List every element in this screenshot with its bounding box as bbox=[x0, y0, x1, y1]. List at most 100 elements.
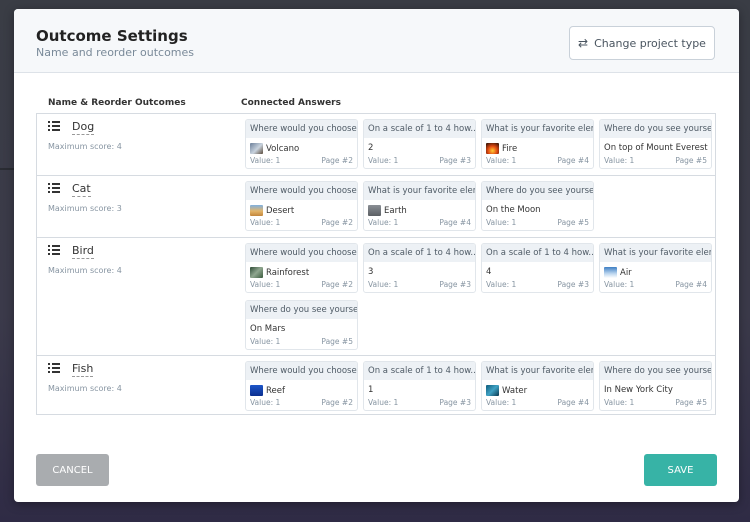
answer-question: Where would you choose to live? bbox=[246, 182, 357, 200]
answer-page: Page #5 bbox=[557, 218, 589, 227]
answer-value: Value: 1 bbox=[250, 218, 281, 227]
answer-value: Value: 1 bbox=[604, 398, 635, 407]
answer-page: Page #2 bbox=[321, 280, 353, 289]
column-header-outcomes: Name & Reorder Outcomes bbox=[48, 98, 186, 108]
answer-page: Page #5 bbox=[321, 337, 353, 346]
answer-card[interactable]: What is your favorite element? Earth Val… bbox=[363, 181, 476, 231]
outcome-name-input[interactable]: Fish bbox=[72, 362, 94, 377]
answer-card[interactable]: Where would you choose to live? Desert V… bbox=[245, 181, 358, 231]
outcome-name-input[interactable]: Bird bbox=[72, 244, 94, 259]
max-score-label: Maximum score: 4 bbox=[48, 384, 122, 393]
answer-label: 3 bbox=[368, 267, 374, 277]
modal-header: Outcome Settings Name and reorder outcom… bbox=[14, 9, 739, 73]
answer-question: Where do you see yourself? bbox=[246, 301, 357, 319]
outcome-name-input[interactable]: Dog bbox=[72, 120, 95, 135]
answer-label: Rainforest bbox=[266, 267, 310, 278]
answer-page: Page #3 bbox=[439, 398, 471, 407]
answer-question: Where would you choose to live? bbox=[246, 120, 357, 138]
answer-text: Reef bbox=[250, 385, 285, 396]
answer-card[interactable]: Where would you choose to live? Reef Val… bbox=[245, 361, 358, 411]
answer-question: Where do you see yourself? bbox=[600, 120, 711, 138]
answer-text: Fire bbox=[486, 143, 517, 154]
drag-handle-icon[interactable] bbox=[48, 121, 60, 131]
outcomes-table: Dog Maximum score: 4 Where would you cho… bbox=[36, 113, 716, 415]
earth-image bbox=[368, 205, 381, 216]
outcome-row: Fish Maximum score: 4 Where would you ch… bbox=[37, 356, 715, 415]
answer-label: Reef bbox=[266, 385, 285, 396]
answer-value: Value: 1 bbox=[368, 280, 399, 289]
answer-card[interactable]: Where do you see yourself? On the Moon V… bbox=[481, 181, 594, 231]
answer-card[interactable]: What is your favorite element? Fire Valu… bbox=[481, 119, 594, 169]
outcome-row: Bird Maximum score: 4 Where would you ch… bbox=[37, 238, 715, 356]
outcome-row: Cat Maximum score: 3 Where would you cho… bbox=[37, 176, 715, 238]
rainforest-image bbox=[250, 267, 263, 278]
answer-label: In New York City bbox=[604, 385, 673, 395]
drag-handle-icon[interactable] bbox=[48, 183, 60, 193]
answer-value: Value: 1 bbox=[604, 156, 635, 165]
answer-question: On a scale of 1 to 4 how... bbox=[364, 120, 475, 138]
answer-question: Where do you see yourself? bbox=[600, 362, 711, 380]
answer-question: What is your favorite element? bbox=[482, 362, 593, 380]
drag-handle-icon[interactable] bbox=[48, 363, 60, 373]
answer-card[interactable]: Where do you see yourself? On top of Mou… bbox=[599, 119, 712, 169]
backdrop-edge bbox=[0, 168, 14, 170]
answer-card[interactable]: On a scale of 1 to 4 how... 1 Value: 1 P… bbox=[363, 361, 476, 411]
answer-value: Value: 1 bbox=[250, 280, 281, 289]
answer-label: 1 bbox=[368, 385, 374, 395]
answer-page: Page #2 bbox=[321, 398, 353, 407]
answer-label: On the Moon bbox=[486, 205, 541, 215]
answer-card[interactable]: On a scale of 1 to 4 how... 4 Value: 1 P… bbox=[481, 243, 594, 293]
water-image bbox=[486, 385, 499, 396]
outcome-name-input[interactable]: Cat bbox=[72, 182, 91, 197]
max-score-label: Maximum score: 4 bbox=[48, 142, 122, 151]
answer-value: Value: 1 bbox=[486, 218, 517, 227]
answer-text: Air bbox=[604, 267, 632, 278]
answer-question: What is your favorite element? bbox=[600, 244, 711, 262]
reef-image bbox=[250, 385, 263, 396]
answer-label: On Mars bbox=[250, 324, 286, 334]
desert-image bbox=[250, 205, 263, 216]
outcome-row: Dog Maximum score: 4 Where would you cho… bbox=[37, 114, 715, 176]
answer-card[interactable]: Where would you choose to live? Volcano … bbox=[245, 119, 358, 169]
answer-text: On top of Mount Everest bbox=[604, 143, 708, 153]
answer-label: Earth bbox=[384, 205, 407, 216]
save-button[interactable]: SAVE bbox=[644, 454, 717, 486]
fire-image bbox=[486, 143, 499, 154]
air-image bbox=[604, 267, 617, 278]
drag-handle-icon[interactable] bbox=[48, 245, 60, 255]
answer-value: Value: 1 bbox=[486, 398, 517, 407]
answer-card[interactable]: On a scale of 1 to 4 how... 3 Value: 1 P… bbox=[363, 243, 476, 293]
swap-arrows-icon: ⇄ bbox=[578, 36, 589, 50]
answer-page: Page #3 bbox=[557, 280, 589, 289]
answer-card[interactable]: Where do you see yourself? In New York C… bbox=[599, 361, 712, 411]
answer-label: 4 bbox=[486, 267, 492, 277]
column-header-answers: Connected Answers bbox=[241, 98, 341, 108]
answer-value: Value: 1 bbox=[604, 280, 635, 289]
answer-text: Desert bbox=[250, 205, 294, 216]
answer-question: On a scale of 1 to 4 how... bbox=[482, 244, 593, 262]
answer-page: Page #3 bbox=[439, 280, 471, 289]
answer-label: Fire bbox=[502, 143, 518, 154]
answer-page: Page #3 bbox=[439, 156, 471, 165]
answer-card[interactable]: On a scale of 1 to 4 how... 2 Value: 1 P… bbox=[363, 119, 476, 169]
answer-question: On a scale of 1 to 4 how... bbox=[364, 362, 475, 380]
answer-label: Air bbox=[620, 267, 632, 278]
max-score-label: Maximum score: 4 bbox=[48, 266, 122, 275]
max-score-label: Maximum score: 3 bbox=[48, 204, 122, 213]
answer-card[interactable]: Where do you see yourself? On Mars Value… bbox=[245, 300, 358, 350]
answer-question: Where do you see yourself? bbox=[482, 182, 593, 200]
answer-value: Value: 1 bbox=[486, 156, 517, 165]
answer-card[interactable]: Where would you choose to live? Rainfore… bbox=[245, 243, 358, 293]
answer-text: Rainforest bbox=[250, 267, 309, 278]
answer-question: On a scale of 1 to 4 how... bbox=[364, 244, 475, 262]
answer-page: Page #2 bbox=[321, 156, 353, 165]
answer-card[interactable]: What is your favorite element? Air Value… bbox=[599, 243, 712, 293]
answer-page: Page #5 bbox=[675, 398, 707, 407]
change-project-type-button[interactable]: ⇄ Change project type bbox=[569, 26, 715, 60]
answer-text: 4 bbox=[486, 267, 491, 277]
answer-question: Where would you choose to live? bbox=[246, 362, 357, 380]
answer-card[interactable]: What is your favorite element? Water Val… bbox=[481, 361, 594, 411]
cancel-button[interactable]: CANCEL bbox=[36, 454, 109, 486]
answer-page: Page #2 bbox=[321, 218, 353, 227]
answer-text: In New York City bbox=[604, 385, 673, 395]
